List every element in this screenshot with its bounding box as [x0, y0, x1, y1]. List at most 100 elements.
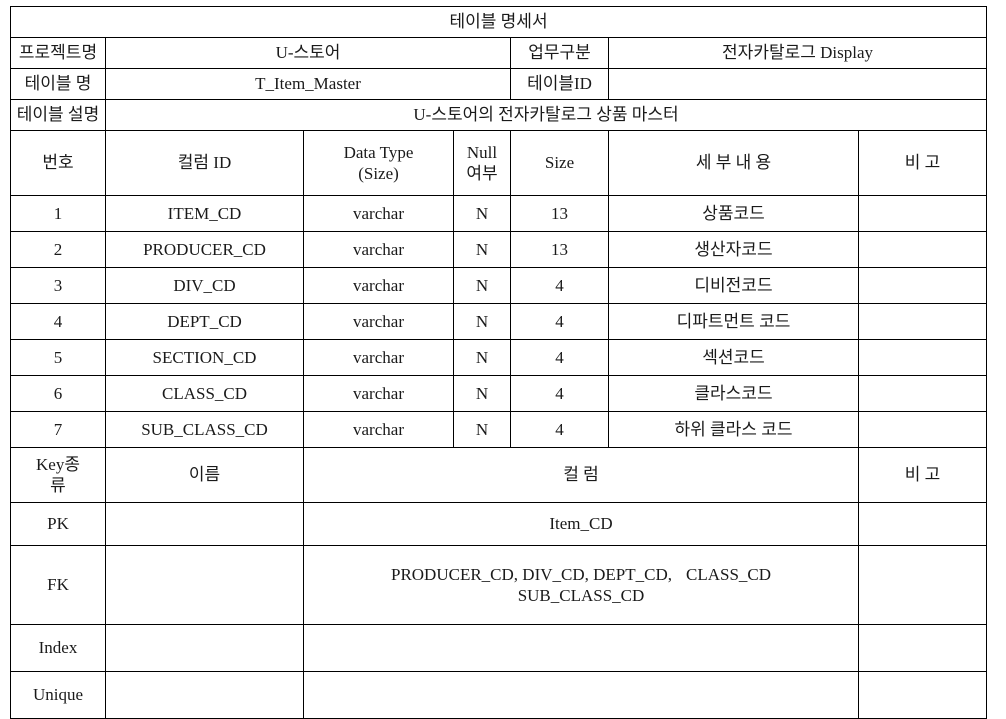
cell-remark	[857, 375, 988, 412]
cell-no: 2	[10, 231, 106, 268]
cell-size: 13	[510, 195, 609, 232]
cell-detail: 생산자코드	[608, 231, 859, 268]
key-header-remark: 비 고	[857, 447, 988, 503]
cell-detail: 섹션코드	[608, 339, 859, 376]
task-value: 전자카탈로그 Display	[607, 37, 988, 69]
null-line1: Null	[466, 142, 498, 162]
cell-column-id: DEPT_CD	[105, 303, 304, 340]
cell-no: 1	[10, 195, 106, 232]
cell-remark	[857, 339, 988, 376]
key-type-line1: Key종	[36, 454, 80, 474]
table-id-value	[607, 68, 988, 100]
spec-table: 테이블 명세서 프로젝트명 U-스토어 업무구분 전자카탈로그 Display …	[9, 6, 988, 719]
table-name-value: T_Item_Master	[105, 68, 511, 100]
data-type-line2: (Size)	[358, 164, 399, 183]
cell-no: 3	[10, 267, 106, 304]
table-desc-value: U-스토어의 전자카탈로그 상품 마스터	[104, 99, 988, 131]
cell-data-type: varchar	[303, 375, 454, 412]
cell-size: 4	[510, 267, 609, 304]
key-header-type: Key종 류	[10, 447, 106, 503]
cell-remark	[857, 231, 988, 268]
cell-size: 4	[510, 375, 609, 412]
table-desc-row: 테이블 설명 U-스토어의 전자카탈로그 상품 마스터	[10, 99, 988, 131]
cell-detail: 디비전코드	[608, 267, 859, 304]
cell-null: N	[453, 231, 511, 268]
col-header-detail: 세 부 내 용	[608, 130, 859, 196]
key-row-unique: Unique	[10, 671, 988, 719]
key-row-fk: FK PRODUCER_CD, DIV_CD, DEPT_CD, CLASS_CD…	[10, 545, 988, 625]
cell-data-type: varchar	[303, 195, 454, 232]
key-header-name: 이름	[105, 447, 304, 503]
key-type-line2: 류	[50, 476, 66, 495]
cell-column-id: ITEM_CD	[105, 195, 304, 232]
cell-no: 4	[10, 303, 106, 340]
task-label: 업무구분	[510, 37, 609, 69]
cell-size: 13	[510, 231, 609, 268]
table-name-label: 테이블 명	[10, 68, 106, 100]
cell-null: N	[453, 195, 511, 232]
cell-data-type: varchar	[303, 339, 454, 376]
key-column-pk: Item_CD	[303, 502, 859, 546]
cell-data-type: varchar	[303, 411, 454, 448]
key-header-column: 컬 럼	[303, 447, 859, 503]
col-header-data-type: Data Type (Size)	[303, 130, 454, 196]
cell-size: 4	[510, 339, 609, 376]
project-row: 프로젝트명 U-스토어 업무구분 전자카탈로그 Display	[10, 37, 988, 69]
data-type-line1: Data Type	[343, 142, 414, 162]
key-column-fk: PRODUCER_CD, DIV_CD, DEPT_CD, CLASS_CD SU…	[303, 545, 859, 625]
cell-detail: 클라스코드	[608, 375, 859, 412]
key-name-pk	[105, 502, 304, 546]
table-row: 2 PRODUCER_CD varchar N 13 생산자코드	[10, 231, 988, 268]
cell-column-id: PRODUCER_CD	[105, 231, 304, 268]
cell-size: 4	[510, 303, 609, 340]
cell-null: N	[453, 411, 511, 448]
table-name-row: 테이블 명 T_Item_Master 테이블ID	[10, 68, 988, 100]
cell-size: 4	[510, 411, 609, 448]
cell-column-id: SECTION_CD	[105, 339, 304, 376]
key-type-unique: Unique	[10, 671, 106, 719]
col-header-size: Size	[510, 130, 609, 196]
cell-remark	[857, 411, 988, 448]
col-header-column-id: 컬럼 ID	[105, 130, 304, 196]
table-row: 5 SECTION_CD varchar N 4 섹션코드	[10, 339, 988, 376]
cell-detail: 상품코드	[608, 195, 859, 232]
key-name-unique	[105, 671, 304, 719]
key-type-fk: FK	[10, 545, 106, 625]
key-remark-pk	[857, 502, 988, 546]
table-id-label: 테이블ID	[510, 68, 609, 100]
table-specification-sheet: 테이블 명세서 프로젝트명 U-스토어 업무구분 전자카탈로그 Display …	[9, 6, 988, 719]
cell-data-type: varchar	[303, 267, 454, 304]
cell-no: 7	[10, 411, 106, 448]
page-title: 테이블 명세서	[9, 6, 988, 38]
table-desc-label: 테이블 설명	[10, 99, 106, 131]
cell-column-id: DIV_CD	[105, 267, 304, 304]
table-row: 4 DEPT_CD varchar N 4 디파트먼트 코드	[10, 303, 988, 340]
table-row: 3 DIV_CD varchar N 4 디비전코드	[10, 267, 988, 304]
cell-null: N	[453, 339, 511, 376]
cell-remark	[857, 303, 988, 340]
key-type-index: Index	[10, 624, 106, 672]
key-column-index	[303, 624, 859, 672]
cell-detail: 디파트먼트 코드	[608, 303, 859, 340]
cell-column-id: CLASS_CD	[105, 375, 304, 412]
key-column-fk-line1: PRODUCER_CD, DIV_CD, DEPT_CD, CLASS_CD	[307, 564, 855, 585]
null-line2: 여부	[466, 164, 498, 183]
table-row: 7 SUB_CLASS_CD varchar N 4 하위 클라스 코드	[10, 411, 988, 448]
cell-column-id: SUB_CLASS_CD	[105, 411, 304, 448]
project-label: 프로젝트명	[10, 37, 106, 69]
cell-null: N	[453, 375, 511, 412]
col-header-null: Null 여부	[453, 130, 511, 196]
column-header-row: 번호 컬럼 ID Data Type (Size) Null 여부 Size 세…	[10, 130, 988, 196]
key-header-row: Key종 류 이름 컬 럼 비 고	[10, 447, 988, 503]
cell-data-type: varchar	[303, 303, 454, 340]
cell-no: 5	[10, 339, 106, 376]
key-column-fk-line2: SUB_CLASS_CD	[517, 586, 645, 605]
cell-null: N	[453, 303, 511, 340]
title-row: 테이블 명세서	[9, 6, 988, 38]
key-remark-index	[857, 624, 988, 672]
cell-remark	[857, 195, 988, 232]
key-row-index: Index	[10, 624, 988, 672]
cell-null: N	[453, 267, 511, 304]
cell-data-type: varchar	[303, 231, 454, 268]
table-row: 1 ITEM_CD varchar N 13 상품코드	[10, 195, 988, 232]
